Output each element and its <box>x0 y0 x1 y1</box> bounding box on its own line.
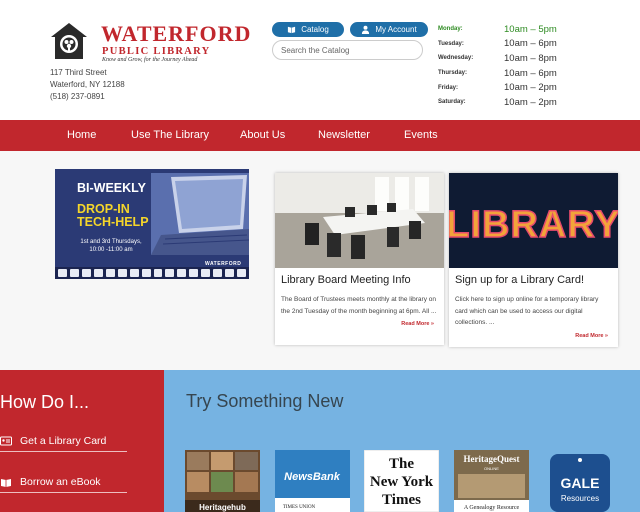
how-do-i-label: Get a Library Card <box>20 434 107 447</box>
hours-day: Monday: <box>438 26 463 33</box>
hours-time: 10am – 6pm <box>504 38 557 50</box>
newsbank-label: NewsBank <box>284 471 341 483</box>
resource-gale[interactable]: GALE Resources <box>544 450 619 512</box>
how-do-i-title: How Do I... <box>0 392 90 412</box>
hours-row: Wednesday: 10am – 8pm <box>438 51 598 66</box>
nav-item-home[interactable]: Home <box>67 120 96 151</box>
logo-tagline: Know and Grow, for the Journey Ahead <box>102 57 198 63</box>
hours-row: Thursday: 10am – 6pm <box>438 66 598 81</box>
my-account-label: My Account <box>375 25 417 34</box>
heritagequest-label: HeritageQuest <box>464 454 520 464</box>
how-do-i-item-borrow-ebook[interactable]: Borrow an eBook <box>0 471 127 493</box>
id-card-icon <box>0 436 12 445</box>
how-do-i-label: Borrow an eBook <box>20 475 101 488</box>
heritagehub-label: Heritagehub <box>199 503 246 512</box>
newsbank-tagline: TIMES UNION <box>283 505 316 510</box>
logo-title: WATERFORD <box>101 21 252 46</box>
user-icon <box>362 25 370 34</box>
hours-row: Friday: 10am – 2pm <box>438 80 598 95</box>
hours-time: 10am – 5pm <box>504 23 557 35</box>
card-title[interactable]: Sign up for a Library Card! <box>455 274 584 286</box>
my-account-button[interactable]: My Account <box>350 22 428 37</box>
hours-list: Monday: 10am – 5pm Tuesday: 10am – 6pm Wedne… <box>438 22 598 110</box>
laptop-photo <box>151 173 249 255</box>
site-header: WATERFORD PUBLIC LIBRARY Know and Grow, … <box>0 0 640 120</box>
boardroom-photo <box>275 173 444 268</box>
open-book-icon <box>1 478 11 487</box>
hours-time: 10am – 8pm <box>504 52 557 64</box>
how-do-i-panel: How Do I... Get a Library Card Borrow an… <box>0 370 164 512</box>
read-more-link[interactable]: Read More » <box>575 333 608 339</box>
hours-day: Friday: <box>438 84 459 91</box>
hours-day: Thursday: <box>438 70 468 77</box>
tech-help-promo-banner[interactable]: BI-WEEKLY DROP-IN TECH-HELP 1st and 3rd … <box>55 169 249 279</box>
catalog-button[interactable]: Catalog <box>272 22 344 37</box>
library-lettering-image: LIBRARY <box>449 173 618 268</box>
promo-line-techhelp: TECH-HELP <box>77 215 149 229</box>
nyt-word-new-york: New York <box>370 474 434 490</box>
news-card-board-meeting[interactable]: Library Board Meeting Info The Board of … <box>275 173 444 345</box>
promo-schedule: 1st and 3rd Thursdays, 10:00 -11:00 am <box>79 238 143 254</box>
address-city: Waterford, NY 12188 <box>50 80 125 89</box>
promo-heading: BI-WEEKLY <box>77 181 146 195</box>
catalog-label: Catalog <box>301 25 329 34</box>
promo-schedule-time: 10:00 -11:00 am <box>89 247 133 253</box>
card-excerpt: The Board of Trustees meets monthly at t… <box>281 296 437 315</box>
resource-newsbank[interactable]: NewsBank TIMES UNION <box>275 450 350 512</box>
news-card-library-card[interactable]: LIBRARY Sign up for a Library Card! Clic… <box>449 173 618 347</box>
logo-subtitle: PUBLIC LIBRARY <box>102 46 211 57</box>
library-logo[interactable]: WATERFORD PUBLIC LIBRARY Know and Grow, … <box>50 22 250 66</box>
heritagequest-tagline: A Genealogy Resource <box>464 505 520 511</box>
address-phone[interactable]: (518) 237-0891 <box>50 91 125 103</box>
nav-item-use-the-library[interactable]: Use The Library <box>131 120 209 151</box>
hours-time: 10am – 2pm <box>504 96 557 108</box>
heritagequest-sub: ONLINE <box>484 466 499 471</box>
hours-row: Saturday: 10am – 2pm <box>438 95 598 110</box>
gale-label: GALE <box>561 475 600 491</box>
card-excerpt: Click here to sign up online for a tempo… <box>455 296 599 326</box>
promo-subheading: DROP-IN TECH-HELP <box>77 203 149 229</box>
resource-heritagehub[interactable]: Heritagehub <box>185 450 260 512</box>
catalog-search-input[interactable] <box>272 40 423 60</box>
hours-day: Tuesday: <box>438 40 464 47</box>
try-something-new-panel: Try Something New Heritagehub NewsBank T… <box>164 370 640 512</box>
feature-section: BI-WEEKLY DROP-IN TECH-HELP 1st and 3rd … <box>0 151 640 370</box>
hours-day: Wednesday: <box>438 55 474 62</box>
hours-row: Tuesday: 10am – 6pm <box>438 37 598 52</box>
nav-item-events[interactable]: Events <box>404 120 438 151</box>
address-street: 117 Third Street <box>50 68 107 77</box>
main-nav: Home Use The Library About Us Newsletter… <box>0 120 640 151</box>
resource-heritagequest[interactable]: HeritageQuest ONLINE A Genealogy Resourc… <box>454 450 529 512</box>
gale-sub: Resources <box>561 494 599 503</box>
promo-filmstrip <box>55 267 249 279</box>
promo-schedule-days: 1st and 3rd Thursdays, <box>80 239 142 245</box>
how-do-i-item-library-card[interactable]: Get a Library Card <box>0 430 127 452</box>
resource-new-york-times[interactable]: The New York Times <box>364 450 439 512</box>
hours-row: Monday: 10am – 5pm <box>438 22 598 37</box>
hours-time: 10am – 6pm <box>504 67 557 79</box>
nyt-word-the: The <box>389 456 414 472</box>
try-something-new-title: Try Something New <box>186 391 344 411</box>
hours-day: Saturday: <box>438 99 466 106</box>
nav-item-newsletter[interactable]: Newsletter <box>318 120 370 151</box>
library-word: LIBRARY <box>449 204 618 246</box>
nav-item-about-us[interactable]: About Us <box>240 120 285 151</box>
read-more-link[interactable]: Read More » <box>401 321 434 327</box>
book-icon <box>288 26 296 34</box>
library-address: 117 Third Street Waterford, NY 12188 (51… <box>50 67 125 103</box>
hours-time: 10am – 2pm <box>504 82 557 94</box>
nyt-word-times: Times <box>382 492 421 508</box>
card-title[interactable]: Library Board Meeting Info <box>281 274 411 286</box>
library-house-icon <box>51 23 87 59</box>
